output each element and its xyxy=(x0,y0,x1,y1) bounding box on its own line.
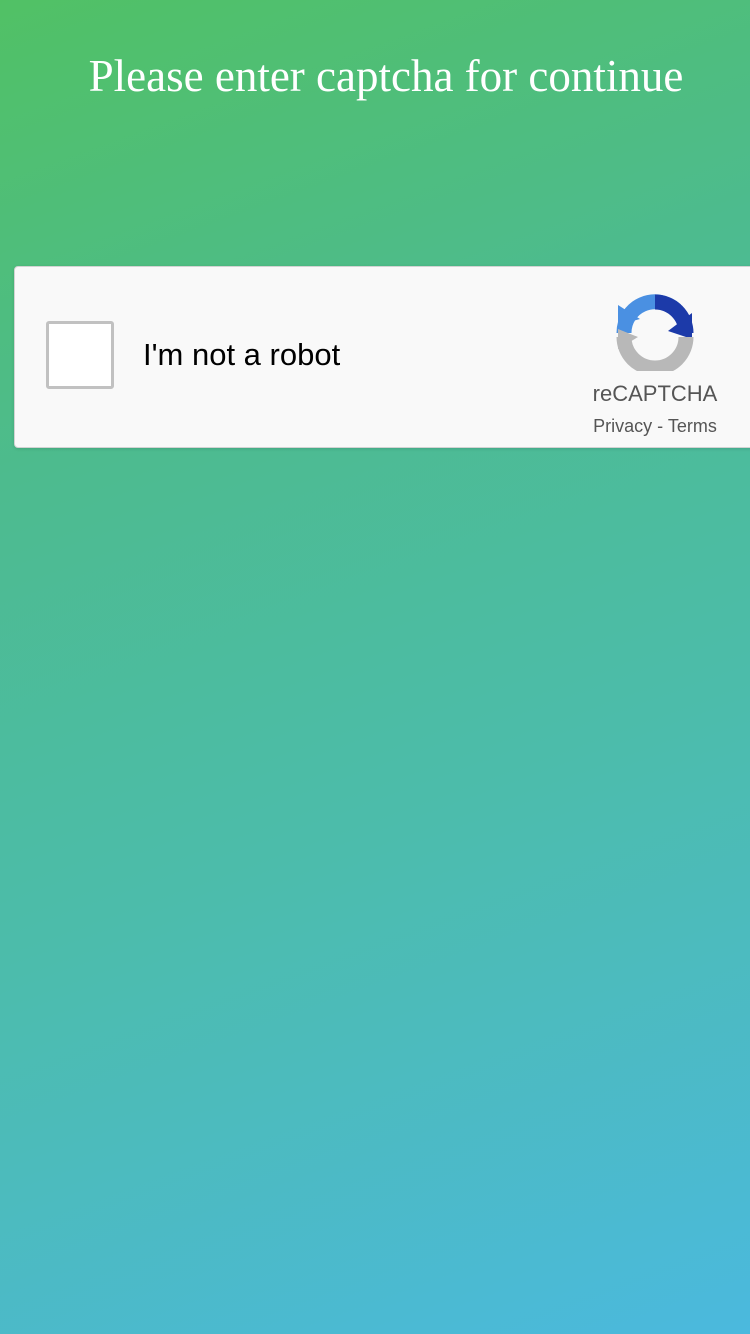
recaptcha-logo-icon xyxy=(616,294,694,371)
not-a-robot-checkbox[interactable] xyxy=(46,321,114,389)
page-title: Please enter captcha for continue xyxy=(88,51,684,101)
recaptcha-widget: I'm not a robot reCAPTCHA Privacy - Term… xyxy=(14,266,750,448)
legal-links: Privacy - Terms xyxy=(575,415,735,437)
recaptcha-brand-label: reCAPTCHA xyxy=(592,381,718,406)
recaptcha-branding: reCAPTCHA Privacy - Terms xyxy=(575,291,743,441)
checkbox-label: I'm not a robot xyxy=(143,337,341,372)
terms-link[interactable]: Terms xyxy=(668,416,717,436)
link-separator: - xyxy=(652,416,668,436)
privacy-link[interactable]: Privacy xyxy=(593,416,652,436)
